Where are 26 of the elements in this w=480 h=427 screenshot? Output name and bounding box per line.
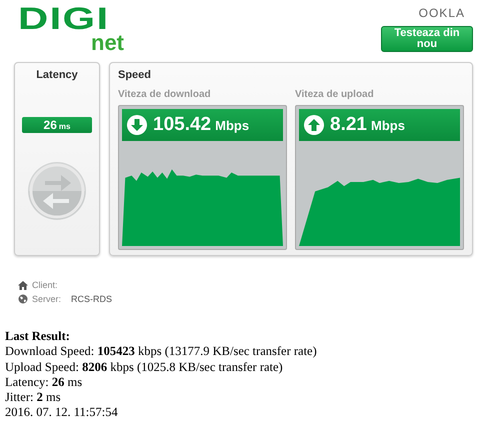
speed-value: 105.42 <box>153 114 212 136</box>
house-icon <box>18 280 28 290</box>
info-label: Client: <box>32 280 58 290</box>
logo-subtitle: net <box>91 32 124 54</box>
result-line: Jitter: 2 ms <box>5 390 62 406</box>
retest-button[interactable]: Testeaza din nou <box>381 26 473 52</box>
brand-text: OOKLA <box>418 6 465 20</box>
result-line: Download Speed: 105423 kbps (13177.9 KB/sec transfer rate) <box>5 344 318 360</box>
result-line: Latency: 26 ms <box>5 374 84 390</box>
ping-icon <box>27 161 87 221</box>
result-line: 2016. 07. 12. 11:57:54 <box>5 405 119 421</box>
panel-title: Speed <box>118 68 152 81</box>
speed-unit: Mbps <box>370 118 405 132</box>
test-label: Viteza de upload <box>295 89 375 100</box>
logo-text: DIGI <box>18 6 110 32</box>
result-title: Last Result: <box>5 329 71 344</box>
panel-title: Latency <box>36 68 78 81</box>
test-label: Viteza de download <box>118 89 212 100</box>
globe-icon <box>18 294 28 304</box>
speed-value: 8.21 <box>330 114 367 136</box>
latency-value: 26 <box>44 117 57 133</box>
latency-unit: ms <box>58 122 70 131</box>
speed-unit: Mbps <box>215 118 250 132</box>
result-line: Upload Speed: 8206 kbps (1025.8 KB/sec transfer rate) <box>5 360 284 375</box>
info-label: Server: <box>32 294 62 304</box>
info-value: RCS-RDS <box>71 294 112 304</box>
